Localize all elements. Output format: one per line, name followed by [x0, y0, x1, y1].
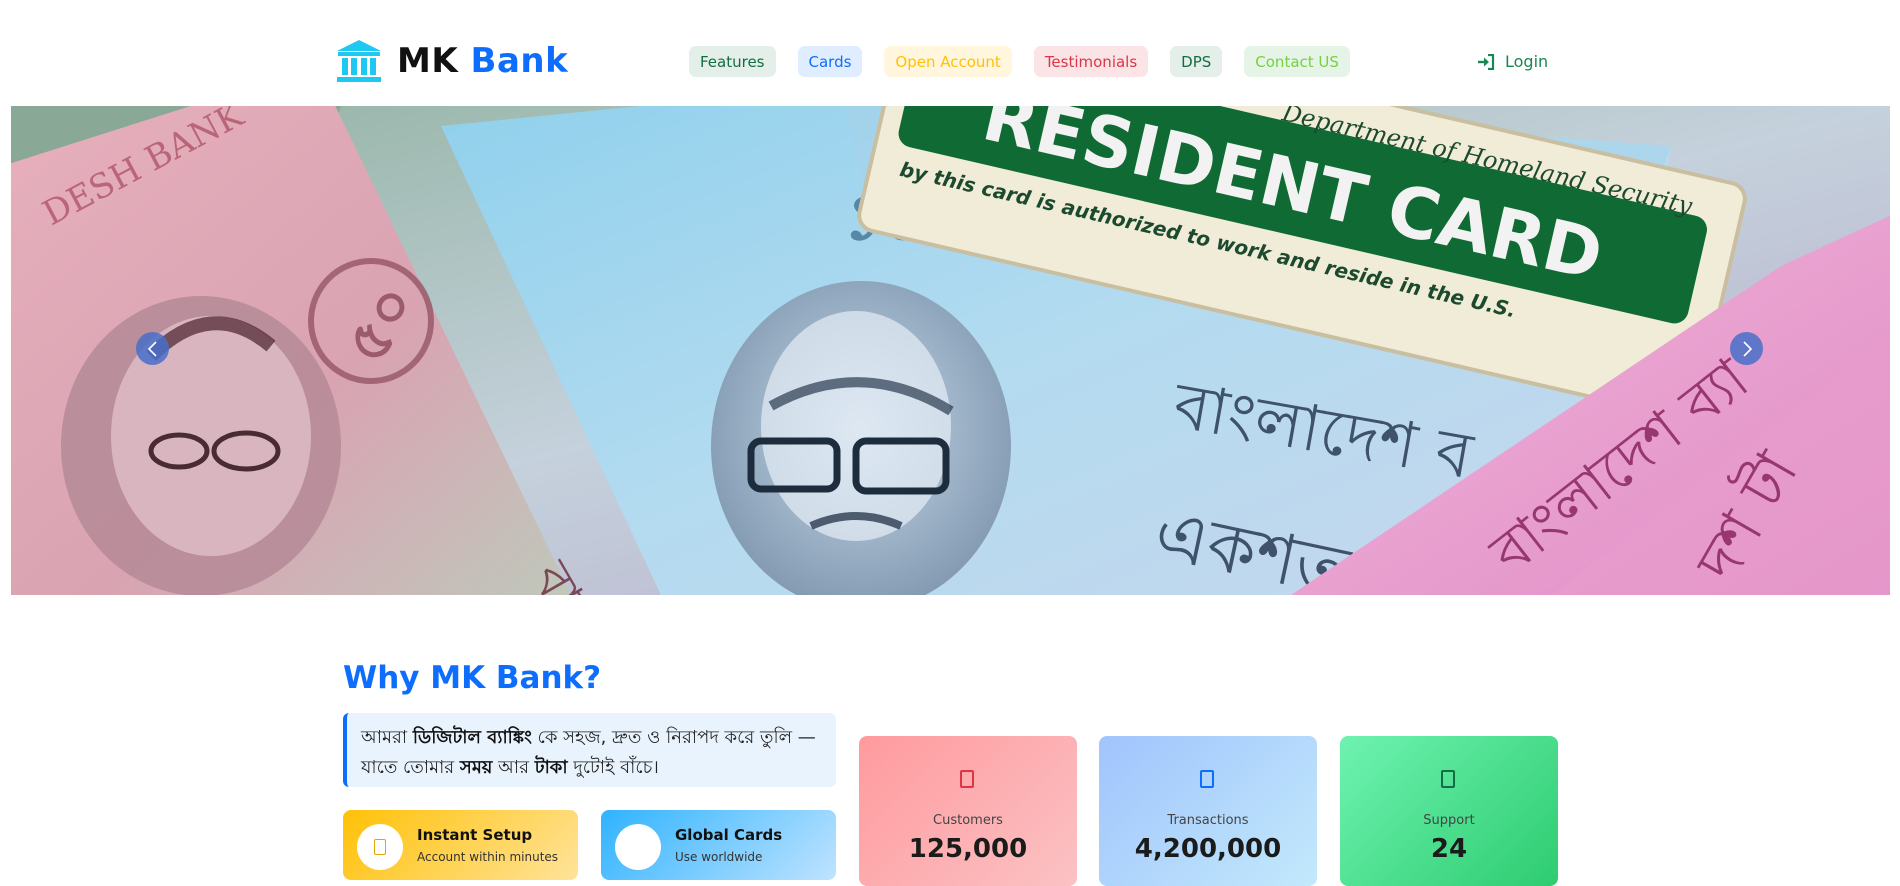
headset-icon: [1441, 770, 1455, 788]
stat-value: 24: [1430, 834, 1468, 864]
stopwatch-icon: [374, 839, 386, 855]
feature-card-global-cards[interactable]: Global Cards Use worldwide: [601, 810, 836, 880]
stat-card-transactions: Transactions 4,200,000: [1099, 736, 1317, 886]
stat-card-support: Support 24: [1340, 736, 1558, 886]
navbar: MK Bank Features Cards Open Account Test…: [0, 0, 1900, 106]
feature-text: Instant Setup Account within minutes: [417, 826, 558, 864]
feature-subtitle: Use worldwide: [675, 850, 763, 864]
chevron-left-icon: [147, 340, 157, 357]
why-quote: আমরা ডিজিটাল ব্যাঙ্কিং কে সহজ, দ্রুত ও ন…: [343, 713, 836, 787]
brand-name-mk: MK: [397, 41, 459, 81]
quote-part-4: দুটোই বাঁচে।: [567, 757, 659, 778]
nav-item-testimonials: Testimonials: [1033, 46, 1149, 77]
nav-item-open-account: Open Account: [884, 46, 1012, 77]
users-icon: [960, 770, 974, 788]
stat-label: Customers: [933, 813, 1003, 828]
quote-part-3: আর: [492, 757, 535, 778]
nav-link-features[interactable]: Features: [689, 46, 776, 77]
stat-label: Transactions: [1167, 813, 1249, 828]
chevron-right-icon: [1742, 340, 1752, 357]
why-title: Why MK Bank?: [343, 660, 602, 696]
feature-title: Instant Setup: [417, 826, 533, 844]
nav-link-contact-us[interactable]: Contact US: [1244, 46, 1350, 77]
nav-item-contact-us: Contact US: [1244, 46, 1350, 77]
stat-value: 4,200,000: [1134, 834, 1282, 864]
stat-value: 125,000: [908, 834, 1028, 864]
brand-name: MK Bank: [397, 41, 568, 81]
nav-link-open-account[interactable]: Open Account: [884, 46, 1012, 77]
feature-text: Global Cards Use worldwide: [675, 826, 782, 864]
carousel-next-button[interactable]: [1730, 332, 1763, 365]
stat-card-customers: Customers 125,000: [859, 736, 1077, 886]
quote-bold-2: সময়: [459, 757, 493, 778]
nav-link-cards[interactable]: Cards: [797, 46, 863, 77]
bank-building-icon: [337, 40, 381, 82]
feature-subtitle: Account within minutes: [417, 850, 559, 864]
sign-in-icon: [1478, 53, 1495, 70]
nav-links: Features Cards Open Account Testimonials…: [689, 46, 1350, 77]
brand-logo-link[interactable]: MK Bank: [335, 38, 568, 84]
quote-part-1: আমরা: [361, 727, 413, 748]
exchange-icon: [1200, 770, 1214, 788]
hero-banknotes-photo: DESH BANK ৫০ বাংলাদে ১০০ বাংলাদেশ ব একশত…: [11, 106, 1890, 595]
nav-item-features: Features: [689, 46, 776, 77]
feature-card-instant-setup[interactable]: Instant Setup Account within minutes: [343, 810, 578, 880]
login-label: Login: [1505, 52, 1549, 71]
stat-label: Support: [1423, 813, 1475, 828]
carousel-prev-button[interactable]: [136, 332, 169, 365]
quote-bold-1: ডিজিটাল ব্যাঙ্কিং: [412, 727, 532, 748]
hero-carousel: DESH BANK ৫০ বাংলাদে ১০০ বাংলাদেশ ব একশত…: [11, 106, 1890, 595]
nav-link-dps[interactable]: DPS: [1170, 46, 1223, 77]
nav-item-cards: Cards: [797, 46, 863, 77]
feature-title: Global Cards: [675, 826, 783, 844]
quote-bold-3: টাকা: [534, 757, 568, 778]
nav-link-testimonials[interactable]: Testimonials: [1033, 46, 1149, 77]
login-link[interactable]: Login: [1477, 46, 1548, 77]
feature-icon-circle: [357, 824, 403, 870]
feature-icon-circle: [615, 824, 661, 870]
nav-item-dps: DPS: [1170, 46, 1223, 77]
brand-name-bank: Bank: [470, 41, 569, 81]
